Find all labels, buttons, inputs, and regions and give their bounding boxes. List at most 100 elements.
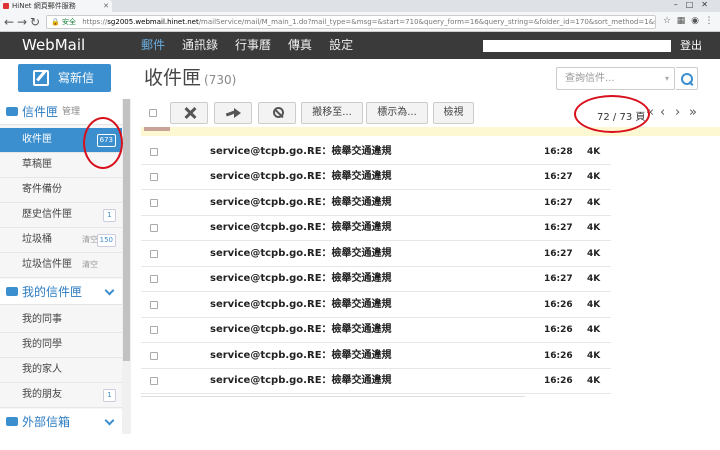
section-title: 我的信件匣 bbox=[22, 285, 83, 299]
message-row[interactable]: service@tcpb.go... RE：檢舉交通違規 16:27 4K bbox=[141, 216, 611, 241]
message-checkbox[interactable] bbox=[150, 250, 158, 258]
sidebar-item-archive[interactable]: 歷史信件匣 1 bbox=[0, 203, 122, 228]
nav-fax[interactable]: 傳真 bbox=[288, 32, 312, 59]
sidebar-item-sent[interactable]: 寄件備份 bbox=[0, 178, 122, 203]
view-dropdown[interactable]: 檢視 bbox=[433, 102, 474, 124]
delete-button[interactable] bbox=[170, 102, 208, 124]
star-icon[interactable]: ☆ bbox=[662, 16, 672, 26]
close-icon bbox=[184, 107, 196, 119]
message-row[interactable]: service@tcpb.go... RE：檢舉交通違規 16:27 4K bbox=[141, 242, 611, 267]
message-checkbox[interactable] bbox=[150, 352, 158, 360]
logout-link[interactable]: 登出 bbox=[680, 32, 702, 59]
compose-label: 寫新信 bbox=[58, 71, 95, 85]
message-checkbox[interactable] bbox=[150, 199, 158, 207]
mark-as-dropdown[interactable]: 標示為... bbox=[366, 102, 428, 124]
message-time: 16:27 bbox=[544, 274, 573, 284]
menu-icon[interactable]: ⋮ bbox=[704, 16, 714, 26]
message-subject: RE：檢舉交通違規 bbox=[307, 299, 392, 310]
sidebar-item-classmates[interactable]: 我的同學 bbox=[0, 333, 122, 358]
spam-button[interactable] bbox=[258, 102, 296, 124]
compose-button[interactable]: 寫新信 bbox=[18, 64, 111, 92]
browser-tab-title: HiNet 網頁郵件服務 bbox=[12, 2, 76, 10]
forward-button[interactable] bbox=[214, 102, 252, 124]
message-time: 16:27 bbox=[544, 223, 573, 233]
empty-spam-link[interactable]: 清空 bbox=[82, 253, 98, 277]
chevron-down-icon[interactable] bbox=[104, 285, 115, 296]
message-row[interactable]: service@tcpb.go... RE：檢舉交通違規 16:27 4K bbox=[141, 191, 611, 216]
window-controls[interactable]: –□✕ bbox=[674, 0, 716, 10]
chevron-down-icon[interactable]: ▾ bbox=[665, 68, 669, 89]
reload-icon[interactable]: ↻ bbox=[30, 14, 40, 30]
back-icon[interactable]: ← bbox=[4, 14, 14, 30]
message-row[interactable]: service@tcpb.go... RE：檢舉交通違規 16:27 4K bbox=[141, 267, 611, 292]
message-checkbox[interactable] bbox=[150, 148, 158, 156]
message-subject: RE：檢舉交通違規 bbox=[307, 350, 392, 361]
last-page-icon[interactable]: » bbox=[689, 106, 697, 120]
sidebar-item-label: 我的同事 bbox=[22, 314, 62, 325]
message-sender: service@tcpb.go... bbox=[210, 197, 315, 208]
url-scheme: https:// bbox=[82, 18, 108, 26]
view-label: 檢視 bbox=[443, 107, 464, 118]
search-input[interactable]: 查詢信件... ▾ bbox=[556, 67, 675, 90]
message-sender: service@tcpb.go... bbox=[210, 324, 315, 335]
sidebar-item-family[interactable]: 我的家人 bbox=[0, 358, 122, 383]
move-to-dropdown[interactable]: 搬移至... bbox=[301, 102, 363, 124]
message-checkbox[interactable] bbox=[150, 275, 158, 283]
message-size: 4K bbox=[587, 249, 601, 259]
search-icon[interactable] bbox=[676, 67, 698, 90]
url-path: /mailService/mail/M_main_1.do?mail_type=… bbox=[198, 18, 656, 26]
extension-icon-2[interactable]: ◉ bbox=[690, 16, 700, 26]
sidebar-item-friends[interactable]: 我的朋友 1 bbox=[0, 383, 122, 408]
page-title: 收件匣 (730) bbox=[144, 66, 236, 92]
sidebar-item-label: 草稿匣 bbox=[22, 159, 52, 170]
nav-settings[interactable]: 設定 bbox=[329, 32, 353, 59]
forward-icon bbox=[234, 108, 241, 118]
message-sender: service@tcpb.go... bbox=[210, 273, 315, 284]
message-row[interactable]: service@tcpb.go... RE：檢舉交通違規 16:26 4K bbox=[141, 318, 611, 343]
message-size: 4K bbox=[587, 351, 601, 361]
message-size: 4K bbox=[587, 147, 601, 157]
message-row[interactable]: service@tcpb.go... RE：檢舉交通違規 16:27 4K bbox=[141, 165, 611, 190]
message-checkbox[interactable] bbox=[150, 173, 158, 181]
message-subject: RE：檢舉交通違規 bbox=[307, 171, 392, 182]
app-logo[interactable]: WebMail bbox=[22, 32, 85, 59]
url-field[interactable]: 🔒 安全 https://sg2005.webmail.hinet.net/ma… bbox=[46, 15, 656, 29]
message-checkbox[interactable] bbox=[150, 326, 158, 334]
sidebar-section-my-folders[interactable]: 我的信件匣 bbox=[0, 279, 122, 305]
sidebar-item-label: 垃圾信件匣 bbox=[22, 259, 72, 270]
users-icon bbox=[6, 287, 18, 296]
next-page-icon[interactable]: › bbox=[675, 106, 680, 120]
message-row[interactable]: service@tcpb.go... RE：檢舉交通違規 16:26 4K bbox=[141, 293, 611, 318]
nav-mail[interactable]: 郵件 bbox=[141, 32, 165, 59]
sidebar-item-colleagues[interactable]: 我的同事 bbox=[0, 308, 122, 333]
sidebar-item-label: 寄件備份 bbox=[22, 184, 62, 195]
list-divider bbox=[141, 396, 525, 397]
prev-page-icon[interactable]: ‹ bbox=[660, 106, 665, 120]
message-row[interactable]: service@tcpb.go... RE：檢舉交通違規 16:28 4K bbox=[141, 140, 611, 165]
select-all-checkbox[interactable] bbox=[149, 109, 157, 117]
close-tab-icon[interactable]: ✕ bbox=[103, 0, 109, 12]
nav-calendar[interactable]: 行事曆 bbox=[235, 32, 271, 59]
sidebar-item-spam[interactable]: 垃圾信件匣 清空 bbox=[0, 253, 122, 278]
sidebar-scroll-thumb[interactable] bbox=[123, 99, 130, 361]
browser-tab-strip: HiNet 網頁郵件服務 ✕ –□✕ bbox=[0, 0, 720, 12]
sidebar-item-trash[interactable]: 垃圾桶 清空 150 bbox=[0, 228, 122, 253]
message-sender: service@tcpb.go... bbox=[210, 222, 315, 233]
empty-trash-link[interactable]: 清空 bbox=[82, 228, 98, 252]
forward-nav-icon[interactable]: → bbox=[17, 14, 27, 30]
message-checkbox[interactable] bbox=[150, 377, 158, 385]
message-checkbox[interactable] bbox=[150, 301, 158, 309]
chevron-down-icon[interactable] bbox=[104, 415, 115, 426]
message-checkbox[interactable] bbox=[150, 224, 158, 232]
security-label: 安全 bbox=[61, 18, 76, 26]
message-row[interactable]: service@tcpb.go... RE：檢舉交通違規 16:26 4K bbox=[141, 344, 611, 369]
message-sender: service@tcpb.go... bbox=[210, 299, 315, 310]
sidebar-section-external[interactable]: 外部信箱 bbox=[0, 409, 122, 434]
message-row[interactable]: service@tcpb.go... RE：檢舉交通違規 16:26 4K bbox=[141, 369, 611, 394]
section-title: 信件匣 bbox=[22, 105, 59, 119]
extension-icon[interactable]: ▦ bbox=[676, 16, 686, 26]
nav-contacts[interactable]: 通訊錄 bbox=[182, 32, 218, 59]
browser-tab[interactable]: HiNet 網頁郵件服務 ✕ bbox=[0, 0, 112, 12]
manage-link[interactable]: 管理 bbox=[62, 99, 80, 125]
message-time: 16:26 bbox=[544, 300, 573, 310]
